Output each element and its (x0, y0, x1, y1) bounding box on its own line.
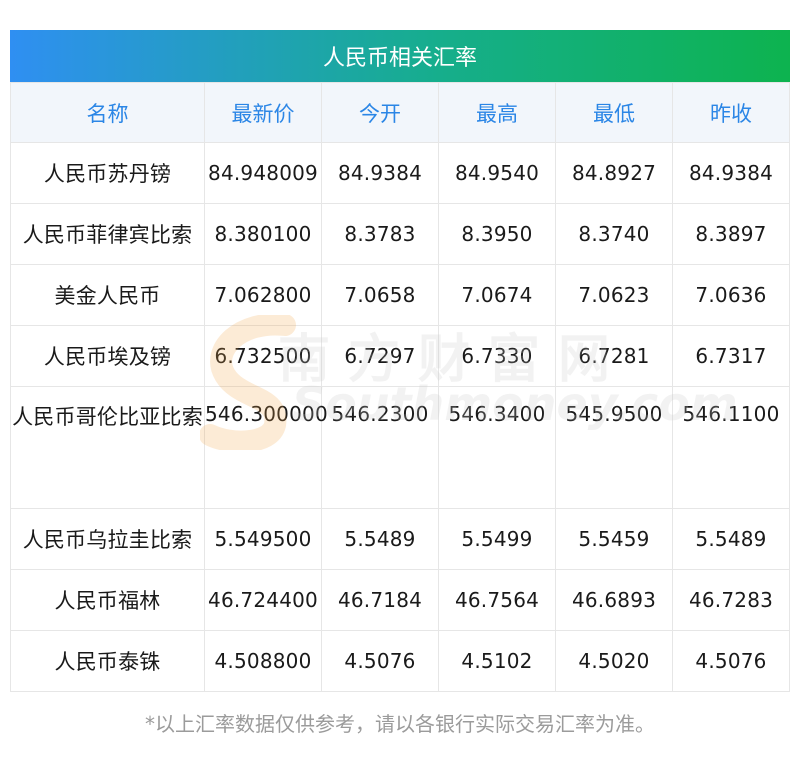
column-header-high: 最高 (438, 82, 556, 143)
low-price: 5.5459 (555, 508, 673, 570)
latest-price: 4.508800 (204, 630, 322, 692)
prev-close-price: 5.5489 (672, 508, 790, 570)
table-row: 人民币埃及镑 6.732500 6.7297 6.7330 6.7281 6.7… (10, 325, 790, 387)
currency-name: 人民币泰铢 (10, 630, 205, 692)
table-row: 人民币哥伦比亚比索 546.300000 546.2300 546.3400 5… (10, 386, 790, 509)
exchange-rate-table: 名称 最新价 今开 最高 最低 昨收 人民币苏丹镑 84.948009 84.9… (10, 82, 790, 692)
high-price: 4.5102 (438, 630, 556, 692)
low-price: 8.3740 (555, 203, 673, 265)
latest-price: 546.300000 (204, 386, 328, 509)
high-price: 8.3950 (438, 203, 556, 265)
high-price: 546.3400 (438, 386, 556, 509)
open-price: 5.5489 (321, 508, 439, 570)
currency-name: 人民币乌拉圭比索 (10, 508, 205, 570)
prev-close-price: 46.7283 (672, 569, 790, 631)
latest-price: 46.724400 (204, 569, 322, 631)
header-row: 名称 最新价 今开 最高 最低 昨收 (10, 82, 790, 143)
open-price: 4.5076 (321, 630, 439, 692)
column-header-open: 今开 (321, 82, 439, 143)
high-price: 46.7564 (438, 569, 556, 631)
currency-name: 美金人民币 (10, 264, 205, 326)
prev-close-price: 546.1100 (672, 386, 790, 509)
open-price: 6.7297 (321, 325, 439, 387)
table-row: 美金人民币 7.062800 7.0658 7.0674 7.0623 7.06… (10, 264, 790, 326)
open-price: 546.2300 (321, 386, 439, 509)
column-header-name: 名称 (10, 82, 205, 143)
high-price: 6.7330 (438, 325, 556, 387)
rate-table-panel: 人民币相关汇率 名称 最新价 今开 最高 最低 昨收 人民币苏丹镑 84.948… (10, 30, 790, 692)
table-row: 人民币菲律宾比索 8.380100 8.3783 8.3950 8.3740 8… (10, 203, 790, 265)
prev-close-price: 4.5076 (672, 630, 790, 692)
high-price: 84.9540 (438, 142, 556, 204)
open-price: 46.7184 (321, 569, 439, 631)
open-price: 84.9384 (321, 142, 439, 204)
table-title: 人民币相关汇率 (10, 30, 790, 82)
currency-name: 人民币哥伦比亚比索 (10, 386, 205, 509)
low-price: 7.0623 (555, 264, 673, 326)
column-header-prev-close: 昨收 (672, 82, 790, 143)
column-header-latest: 最新价 (204, 82, 322, 143)
table-row: 人民币苏丹镑 84.948009 84.9384 84.9540 84.8927… (10, 142, 790, 204)
low-price: 46.6893 (555, 569, 673, 631)
open-price: 7.0658 (321, 264, 439, 326)
latest-price: 7.062800 (204, 264, 322, 326)
low-price: 4.5020 (555, 630, 673, 692)
prev-close-price: 8.3897 (672, 203, 790, 265)
table-row: 人民币福林 46.724400 46.7184 46.7564 46.6893 … (10, 569, 790, 631)
prev-close-price: 7.0636 (672, 264, 790, 326)
latest-price: 6.732500 (204, 325, 322, 387)
currency-name: 人民币福林 (10, 569, 205, 631)
open-price: 8.3783 (321, 203, 439, 265)
low-price: 6.7281 (555, 325, 673, 387)
table-row: 人民币乌拉圭比索 5.549500 5.5489 5.5499 5.5459 5… (10, 508, 790, 570)
table-row: 人民币泰铢 4.508800 4.5076 4.5102 4.5020 4.50… (10, 630, 790, 692)
currency-name: 人民币苏丹镑 (10, 142, 205, 204)
footnote: *以上汇率数据仅供参考，请以各银行实际交易汇率为准。 (145, 712, 655, 736)
low-price: 84.8927 (555, 142, 673, 204)
low-price: 545.9500 (555, 386, 673, 509)
prev-close-price: 84.9384 (672, 142, 790, 204)
latest-price: 8.380100 (204, 203, 322, 265)
currency-name: 人民币菲律宾比索 (10, 203, 205, 265)
prev-close-price: 6.7317 (672, 325, 790, 387)
latest-price: 5.549500 (204, 508, 322, 570)
high-price: 7.0674 (438, 264, 556, 326)
currency-name: 人民币埃及镑 (10, 325, 205, 387)
column-header-low: 最低 (555, 82, 673, 143)
high-price: 5.5499 (438, 508, 556, 570)
latest-price: 84.948009 (204, 142, 322, 204)
